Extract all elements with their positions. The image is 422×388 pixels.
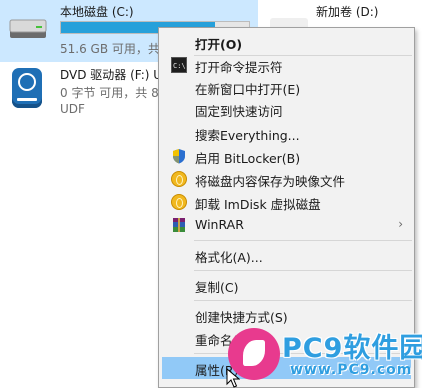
hard-drive-icon <box>9 19 47 38</box>
menu-item-label: 将磁盘内容保存为映像文件 <box>195 174 346 189</box>
menu-separator <box>194 300 412 301</box>
drive-c-free-space: 51.6 GB 可用，共 <box>60 42 160 56</box>
menu-item-label: 在新窗口中打开(E) <box>195 82 301 97</box>
menu-item-bitlocker[interactable]: 启用 BitLocker(B) <box>162 145 411 167</box>
menu-item-open[interactable]: 打开(O) <box>162 31 411 53</box>
menu-item-winrar[interactable]: WinRAR › <box>162 214 411 236</box>
watermark-title: PC9软件园 <box>282 333 422 364</box>
menu-item-search-everything[interactable]: 搜索Everything... <box>162 122 411 144</box>
menu-item-label: 打开(O) <box>195 37 243 52</box>
menu-item-unmount-imdisk[interactable]: 卸载 ImDisk 虚拟磁盘 <box>162 191 411 213</box>
watermark: PC9软件园 www.PC9.com <box>228 322 422 388</box>
menu-item-label: 格式化(A)... <box>195 250 263 265</box>
watermark-url: www.PC9.com <box>290 362 413 378</box>
drive-c-name: 本地磁盘 (C:) <box>60 5 134 19</box>
menu-item-open-new-window[interactable]: 在新窗口中打开(E) <box>162 76 411 98</box>
drive-f-tile[interactable]: DVD 驱动器 (F:) U 0 字节 可用，共 8 UDF <box>0 62 163 122</box>
command-prompt-icon: C:\ <box>171 57 187 73</box>
menu-item-label: 卸载 ImDisk 虚拟磁盘 <box>195 197 321 212</box>
menu-item-format[interactable]: 格式化(A)... <box>162 244 411 266</box>
drive-d-name[interactable]: 新加卷 (D:) <box>316 3 378 20</box>
menu-item-copy[interactable]: 复制(C) <box>162 274 411 296</box>
coin-icon <box>171 194 187 210</box>
winrar-icon <box>173 218 185 232</box>
menu-item-label: 复制(C) <box>195 280 239 295</box>
menu-item-label: 打开命令提示符 <box>195 60 283 75</box>
coin-icon <box>171 171 187 187</box>
menu-item-save-image[interactable]: 将磁盘内容保存为映像文件 <box>162 168 411 190</box>
menu-separator <box>194 240 412 241</box>
menu-item-pin-quick-access[interactable]: 固定到快速访问 <box>162 98 411 120</box>
menu-item-label: WinRAR <box>195 217 244 232</box>
drive-f-filesystem: UDF <box>60 102 85 116</box>
menu-item-label: 启用 BitLocker(B) <box>195 151 301 166</box>
menu-separator <box>194 270 412 271</box>
menu-item-label: 搜索Everything... <box>195 128 300 143</box>
dvd-drive-icon <box>12 68 42 108</box>
drive-f-free-space: 0 字节 可用，共 8 <box>60 86 159 100</box>
menu-item-open-cmd[interactable]: C:\ 打开命令提示符 <box>162 54 411 76</box>
menu-item-label: 固定到快速访问 <box>195 104 283 119</box>
submenu-arrow-icon: › <box>398 217 403 231</box>
mouse-cursor-icon <box>226 368 240 388</box>
drive-f-name: DVD 驱动器 (F:) U <box>60 68 163 82</box>
shield-icon <box>173 149 185 164</box>
